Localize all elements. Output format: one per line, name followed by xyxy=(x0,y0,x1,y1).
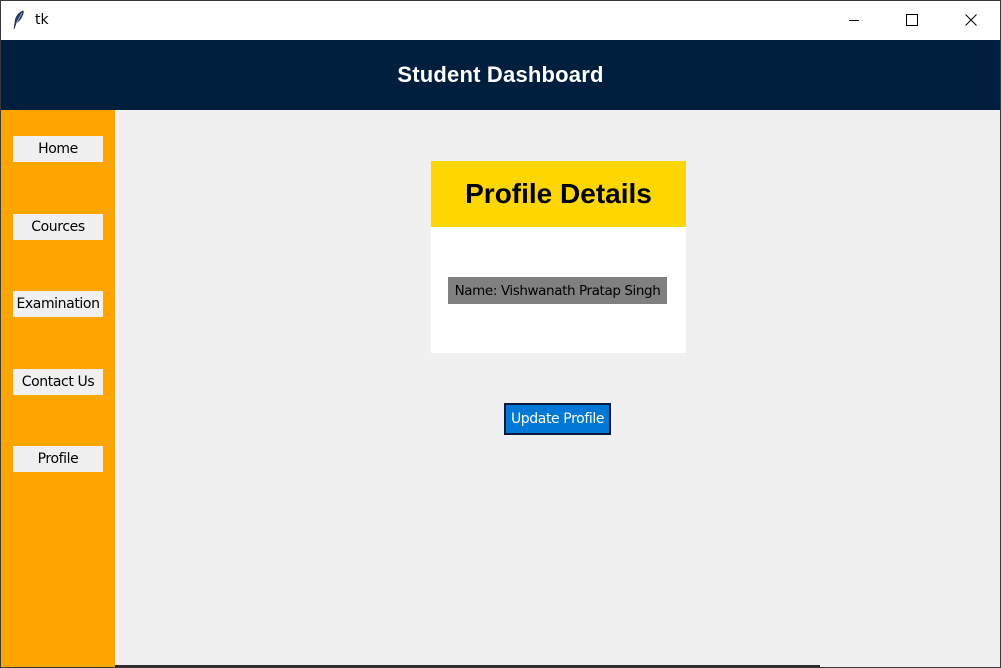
minimize-icon xyxy=(848,11,860,30)
sidebar-item-courses[interactable]: Cources xyxy=(13,214,103,240)
sidebar: Home Cources Examination Contact Us Prof… xyxy=(1,110,115,667)
window-title: tk xyxy=(35,12,49,28)
close-icon xyxy=(965,11,977,30)
profile-card-header: Profile Details xyxy=(431,161,686,227)
dashboard-title: Student Dashboard xyxy=(397,62,604,87)
update-profile-button[interactable]: Update Profile xyxy=(504,403,611,435)
sidebar-item-home[interactable]: Home xyxy=(13,136,103,162)
sidebar-item-profile[interactable]: Profile xyxy=(13,446,103,472)
feather-icon xyxy=(11,10,27,30)
profile-card: Profile Details Name: Vishwanath Pratap … xyxy=(431,161,686,353)
main-content: Profile Details Name: Vishwanath Pratap … xyxy=(115,110,1000,667)
sidebar-item-contact-us[interactable]: Contact Us xyxy=(13,369,103,395)
dashboard-header: Student Dashboard xyxy=(1,40,1000,110)
maximize-button[interactable] xyxy=(883,1,941,40)
app-window: tk Student Dashboard Home Cources Examin… xyxy=(0,0,1001,668)
title-bar[interactable]: tk xyxy=(1,1,1000,40)
profile-name-label: Name: Vishwanath Pratap Singh xyxy=(448,277,667,304)
minimize-button[interactable] xyxy=(825,1,883,40)
sidebar-item-examination[interactable]: Examination xyxy=(13,291,103,317)
close-button[interactable] xyxy=(942,1,1000,40)
profile-title: Profile Details xyxy=(465,178,652,209)
maximize-icon xyxy=(906,11,918,30)
